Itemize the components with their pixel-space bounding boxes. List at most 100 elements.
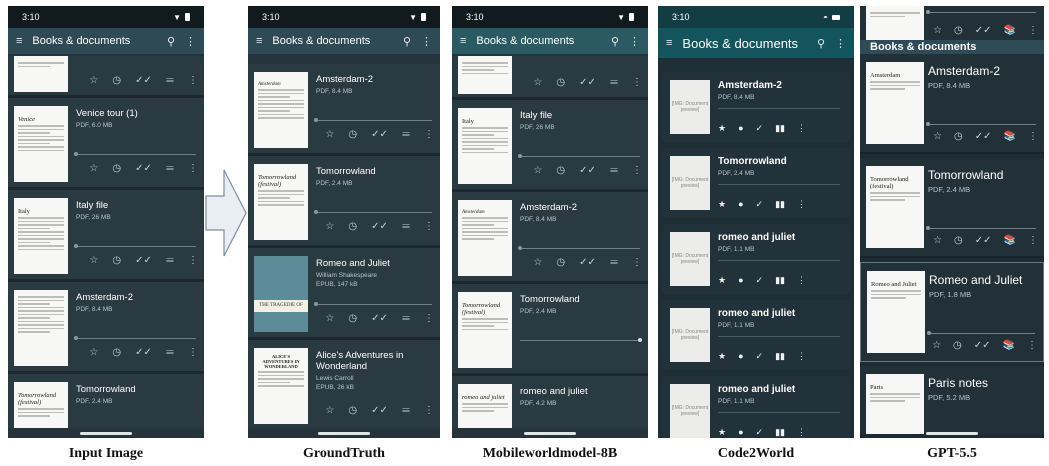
shelf-icon[interactable]: 𝍢 <box>166 72 174 89</box>
shelf-icon[interactable]: 𝍢 <box>166 344 174 361</box>
progress-slider[interactable] <box>926 122 1036 126</box>
list-item[interactable]: Venice Venice tour (1) PDF, 6.0 MB ☆ ◷ ✓✓ 𝍢 ⋮ <box>8 98 204 190</box>
done-icon[interactable]: ✓✓ <box>975 25 992 36</box>
home-indicator[interactable] <box>318 432 370 435</box>
progress-slider[interactable] <box>314 118 432 122</box>
shelf-icon[interactable]: 📚 <box>1004 131 1016 142</box>
done-icon[interactable]: ✓✓ <box>371 405 388 416</box>
star-icon[interactable]: ☆ <box>89 347 98 358</box>
progress-slider[interactable] <box>518 154 640 158</box>
progress-slider[interactable] <box>518 246 640 250</box>
clock-icon[interactable]: ◷ <box>112 163 121 174</box>
clock-icon[interactable]: ◷ <box>348 221 357 232</box>
done-icon[interactable]: ✓ <box>756 275 764 286</box>
star-icon[interactable]: ☆ <box>89 163 98 174</box>
menu-icon[interactable]: ≡ <box>666 37 672 49</box>
shelf-icon[interactable]: 𝍢 <box>166 160 174 177</box>
list-item[interactable]: ALICE'S ADVENTURES IN WONDERLAND Alice's… <box>248 340 440 428</box>
done-icon[interactable]: ✓✓ <box>579 165 596 176</box>
more-icon[interactable]: ⋮ <box>188 255 198 266</box>
star-icon[interactable]: ☆ <box>933 25 942 36</box>
list-item[interactable]: Romeo and Juliet Romeo and Juliet PDF, 1.… <box>860 262 1044 362</box>
done-icon[interactable]: ✓ <box>756 351 764 362</box>
clock-icon[interactable]: ◷ <box>953 340 962 351</box>
list-item[interactable]: romeo and juliet romeo and juliet PDF, 4.… <box>452 376 648 428</box>
more-icon[interactable]: ⋮ <box>188 75 198 86</box>
star-icon[interactable]: ★ <box>718 123 726 134</box>
more-icon[interactable]: ⋮ <box>1028 131 1038 142</box>
list-item[interactable]: [IMG: Document preview] romeo and juliet… <box>662 376 850 438</box>
star-icon[interactable]: ☆ <box>933 131 942 142</box>
search-icon[interactable]: ⚲ <box>403 35 411 48</box>
progress-slider[interactable] <box>520 338 642 342</box>
star-icon[interactable]: ★ <box>718 427 726 438</box>
list-item[interactable]: Amsterdam Amsterdam-2 PDF, 8.4 MB ☆ ◷ ✓✓ 📚 ⋮ <box>860 54 1044 154</box>
shelf-icon[interactable]: ▮▮ <box>775 199 785 210</box>
clock-icon[interactable]: ◷ <box>954 131 963 142</box>
more-icon[interactable]: ⋮ <box>188 163 198 174</box>
shelf-icon[interactable]: ▮▮ <box>775 275 785 286</box>
star-icon[interactable]: ☆ <box>325 129 334 140</box>
done-icon[interactable]: ✓✓ <box>974 340 991 351</box>
clock-icon[interactable]: ◷ <box>954 235 963 246</box>
more-icon[interactable]: ⋮ <box>632 165 642 176</box>
done-icon[interactable]: ✓✓ <box>579 257 596 268</box>
list-item[interactable]: [IMG: Document preview] Tomorrowland PDF,… <box>662 148 850 218</box>
list-item[interactable]: Amsterdam Amsterdam-2 PDF, 8.4 MB ☆ ◷ ✓✓ 𝍢 ⋮ <box>452 192 648 284</box>
more-icon[interactable]: ⋮ <box>424 405 434 416</box>
more-icon[interactable]: ⋮ <box>1028 25 1038 36</box>
more-options-icon[interactable]: ⋮ <box>835 37 846 50</box>
home-indicator[interactable] <box>524 432 576 435</box>
progress-slider[interactable] <box>74 336 196 340</box>
done-icon[interactable]: ✓ <box>756 123 764 134</box>
done-icon[interactable]: ✓✓ <box>371 221 388 232</box>
clock-icon[interactable]: ● <box>738 275 743 286</box>
star-icon[interactable]: ★ <box>718 351 726 362</box>
shelf-icon[interactable]: 𝍢 <box>610 162 618 179</box>
home-indicator[interactable] <box>80 432 132 435</box>
progress-slider[interactable] <box>927 331 1035 335</box>
done-icon[interactable]: ✓✓ <box>135 347 152 358</box>
clock-icon[interactable]: ◷ <box>112 255 121 266</box>
clock-icon[interactable]: ◷ <box>112 347 121 358</box>
home-indicator[interactable] <box>926 432 978 435</box>
more-icon[interactable]: ⋮ <box>1028 235 1038 246</box>
clock-icon[interactable]: ◷ <box>556 165 565 176</box>
search-icon[interactable]: ⚲ <box>817 37 825 50</box>
clock-icon[interactable]: ◷ <box>348 129 357 140</box>
list-item[interactable]: Tomorrowland (festival) Tomorrowland PDF,… <box>452 284 648 376</box>
list-item[interactable]: Italy Italy file PDF, 26 MB ☆ ◷ ✓✓ 𝍢 ⋮ <box>452 100 648 192</box>
more-options-icon[interactable]: ⋮ <box>185 35 196 48</box>
menu-icon[interactable]: ≡ <box>460 35 466 47</box>
more-icon[interactable]: ⋮ <box>188 347 198 358</box>
done-icon[interactable]: ✓✓ <box>135 255 152 266</box>
more-icon[interactable]: ⋮ <box>424 221 434 232</box>
star-icon[interactable]: ☆ <box>325 313 334 324</box>
progress-slider[interactable] <box>314 210 432 214</box>
clock-icon[interactable]: ◷ <box>954 25 963 36</box>
star-icon[interactable]: ★ <box>718 275 726 286</box>
done-icon[interactable]: ✓✓ <box>371 129 388 140</box>
search-icon[interactable]: ⚲ <box>611 35 619 48</box>
star-icon[interactable]: ☆ <box>533 165 542 176</box>
more-options-icon[interactable]: ⋮ <box>629 35 640 48</box>
done-icon[interactable]: ✓✓ <box>135 75 152 86</box>
list-item[interactable]: [IMG: Document preview] romeo and juliet… <box>662 300 850 370</box>
list-item[interactable]: Tomorrowland (festival) Tomorrowland PDF,… <box>860 158 1044 258</box>
star-icon[interactable]: ☆ <box>89 75 98 86</box>
more-icon[interactable]: ⋮ <box>797 275 806 286</box>
progress-slider[interactable] <box>314 302 432 306</box>
star-icon[interactable]: ☆ <box>325 221 334 232</box>
more-icon[interactable]: ⋮ <box>797 199 806 210</box>
clock-icon[interactable]: ◷ <box>112 75 121 86</box>
done-icon[interactable]: ✓✓ <box>975 131 992 142</box>
shelf-icon[interactable]: 𝍢 <box>402 310 410 327</box>
clock-icon[interactable]: ◷ <box>556 257 565 268</box>
list-item[interactable]: Amsterdam-2 PDF, 8.4 MB ☆ ◷ ✓✓ 𝍢 ⋮ <box>8 282 204 374</box>
progress-slider[interactable] <box>74 152 196 156</box>
more-icon[interactable]: ⋮ <box>797 427 806 438</box>
shelf-icon[interactable]: 📚 <box>1004 235 1016 246</box>
more-icon[interactable]: ⋮ <box>632 257 642 268</box>
list-item[interactable]: Tomorrowland (festival) Tomorrowland PDF,… <box>248 156 440 248</box>
clock-icon[interactable]: ● <box>738 123 743 134</box>
